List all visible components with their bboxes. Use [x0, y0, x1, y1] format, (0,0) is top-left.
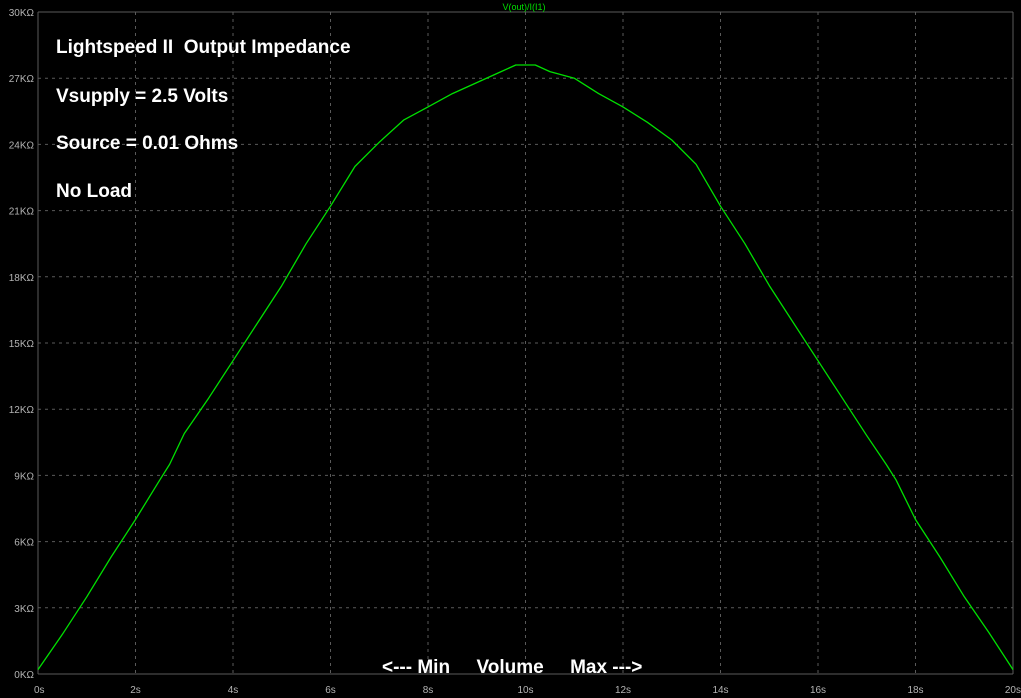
y-tick-label: 21KΩ: [9, 207, 35, 218]
y-axis-ticks: 0KΩ 3KΩ 6KΩ 9KΩ 12KΩ 15KΩ 18KΩ 21KΩ 24KΩ 27KΩ 30KΩ: [9, 8, 35, 681]
x-tick-label: 6s: [325, 685, 336, 696]
y-tick-label: 15KΩ: [9, 339, 35, 350]
annotation-load: No Load: [56, 181, 132, 202]
y-tick-label: 18KΩ: [9, 273, 35, 284]
series-layer: [37, 64, 1014, 670]
y-tick-label: 27KΩ: [9, 74, 35, 85]
y-tick-label: 12KΩ: [9, 405, 35, 416]
y-tick-label: 30KΩ: [9, 8, 35, 19]
x-tick-label: 18s: [907, 685, 923, 696]
x-tick-label: 2s: [130, 685, 141, 696]
annotation-vsupply: Vsupply = 2.5 Volts: [56, 86, 228, 107]
x-axis-ticks: 0s 2s 4s 6s 8s 10s 12s 14s 16s 18s 20s: [34, 685, 1021, 696]
y-tick-label: 24KΩ: [9, 140, 35, 151]
x-tick-label: 0s: [34, 685, 45, 696]
annotation-title: Lightspeed II Output Impedance: [56, 37, 351, 58]
x-tick-label: 4s: [228, 685, 239, 696]
chart-plot: 0KΩ 3KΩ 6KΩ 9KΩ 12KΩ 15KΩ 18KΩ 21KΩ 24KΩ 27KΩ 30KΩ…: [9, 2, 1021, 696]
y-tick-label: 3KΩ: [14, 604, 34, 615]
chart-title: V(out)/I(I1): [502, 2, 545, 12]
x-tick-label: 12s: [615, 685, 631, 696]
annotation-source: Source = 0.01 Ohms: [56, 133, 238, 154]
series-line-impedance: [37, 64, 1014, 670]
annotation-volume-range: <--- Min Volume Max --->: [382, 657, 642, 678]
y-tick-label: 0KΩ: [14, 670, 34, 681]
x-tick-label: 8s: [423, 685, 434, 696]
y-tick-label: 9KΩ: [14, 471, 34, 482]
y-tick-label: 6KΩ: [14, 538, 34, 549]
x-tick-label: 16s: [810, 685, 826, 696]
x-tick-label: 14s: [712, 685, 728, 696]
x-tick-label: 20s: [1005, 685, 1021, 696]
x-tick-label: 10s: [517, 685, 533, 696]
grid-lines: [37, 11, 1014, 675]
